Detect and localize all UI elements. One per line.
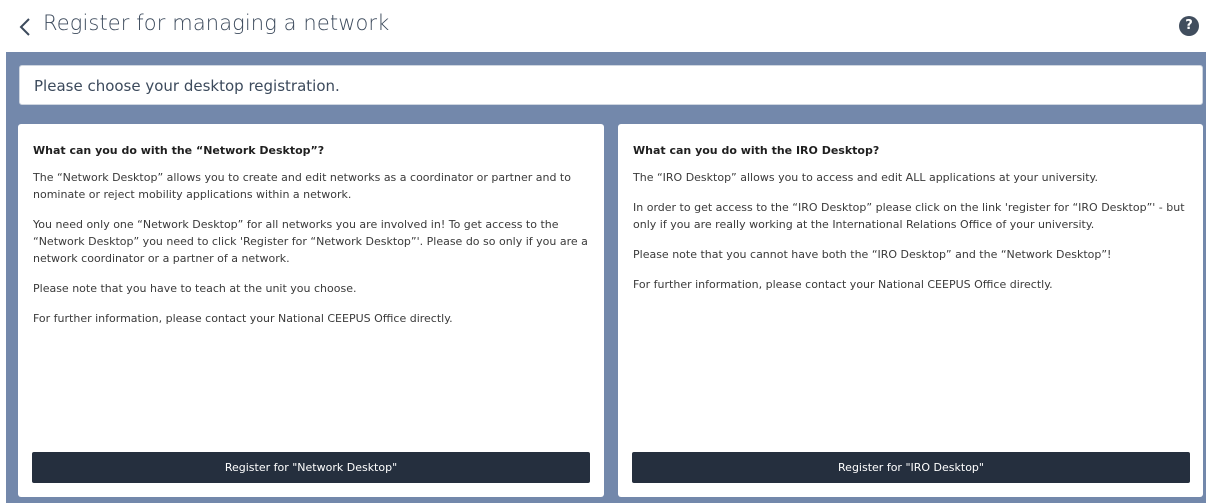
network-card-paragraph: Please note that you have to teach at th… [33,282,357,295]
network-card-heading: What can you do with the “Network Deskto… [33,144,325,157]
banner-text: Please choose your desktop registration. [34,77,340,95]
iro-card-paragraph: In order to get access to the “IRO Deskt… [633,201,1185,231]
iro-card-paragraph: For further information, please contact … [633,278,1053,291]
help-icon[interactable]: ? [1179,16,1199,36]
page-header: Register for managing a network ? [0,0,1206,52]
iro-card-heading: What can you do with the IRO Desktop? [633,144,880,157]
network-card-paragraph: For further information, please contact … [33,312,453,325]
back-button[interactable] [14,12,36,42]
register-iro-desktop-button[interactable]: Register for "IRO Desktop" [632,452,1190,483]
network-desktop-card: What can you do with the “Network Deskto… [18,124,604,497]
registration-banner: Please choose your desktop registration. [19,65,1203,105]
workspace: Please choose your desktop registration.… [6,52,1206,503]
network-card-paragraph: The “Network Desktop” allows you to crea… [33,171,571,201]
network-card-paragraph: You need only one “Network Desktop” for … [33,218,588,265]
register-network-desktop-button[interactable]: Register for "Network Desktop" [32,452,590,483]
iro-card-paragraph: The “IRO Desktop” allows you to access a… [633,171,1098,184]
network-card-body: The “Network Desktop” allows you to crea… [33,169,593,340]
iro-card-body: The “IRO Desktop” allows you to access a… [633,169,1193,306]
chevron-left-icon [19,18,30,36]
page-title: Register for managing a network [43,11,390,35]
iro-card-paragraph: Please note that you cannot have both th… [633,248,1112,261]
iro-desktop-card: What can you do with the IRO Desktop? Th… [618,124,1203,497]
